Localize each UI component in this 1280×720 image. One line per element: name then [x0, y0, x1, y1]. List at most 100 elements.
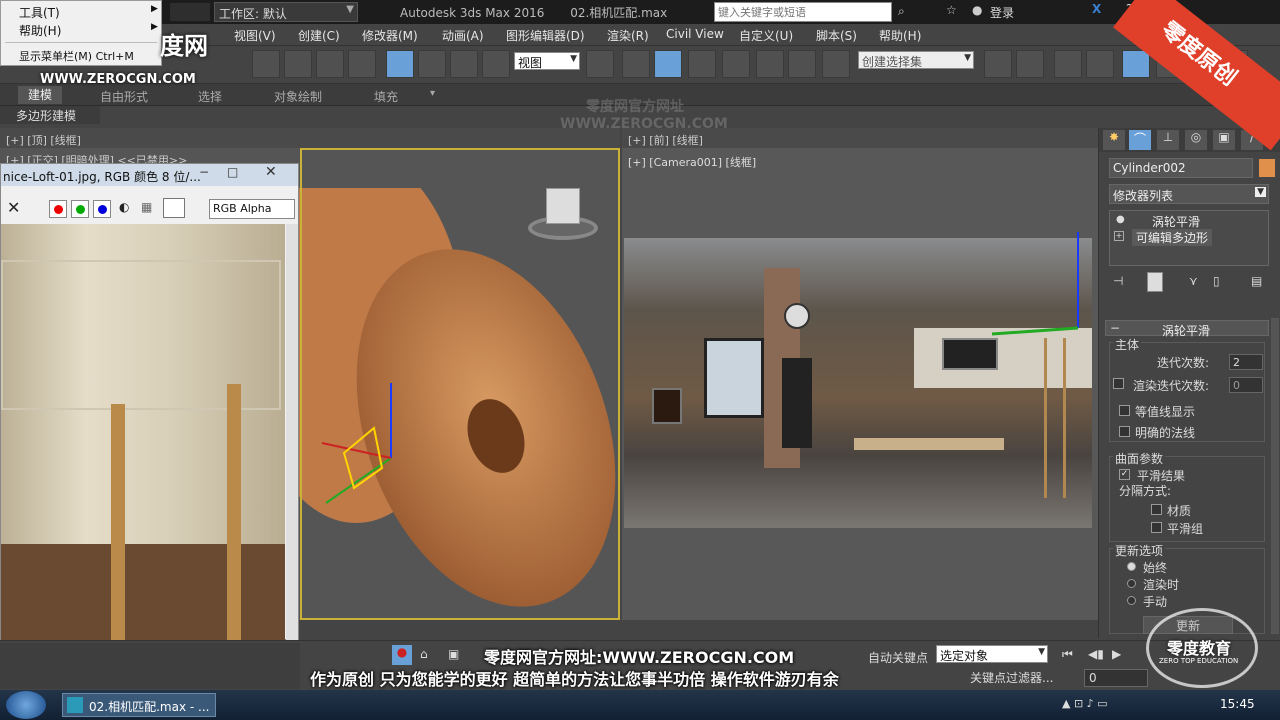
menu-animation[interactable]: 动画(A): [442, 27, 484, 44]
frame-field[interactable]: 0: [1084, 669, 1148, 687]
image-viewer-window[interactable]: nice-Loft-01.jpg, RGB 颜色 8 位/... − □ ✕ ✕…: [0, 163, 299, 641]
selected-object-dropdown[interactable]: 选定对象 ▼: [936, 645, 1048, 663]
display-tab-icon[interactable]: ▣: [1213, 130, 1235, 150]
render-iters-checkbox[interactable]: [1113, 378, 1124, 389]
snap-3d-icon[interactable]: [688, 50, 716, 78]
tab-freeform[interactable]: 自由形式: [100, 88, 148, 105]
smooth-result-checkbox[interactable]: ✓: [1119, 469, 1130, 480]
viewport-top-label[interactable]: [+] [顶] [线框]: [6, 132, 81, 148]
select-object-icon[interactable]: [252, 50, 280, 78]
isoline-checkbox[interactable]: [1119, 405, 1130, 416]
maximize-icon[interactable]: □: [227, 165, 238, 179]
pin-stack-icon[interactable]: ⊣: [1113, 274, 1123, 288]
mirror-icon[interactable]: [984, 50, 1012, 78]
quick-access-toolbar[interactable]: [170, 3, 210, 21]
menu-customize[interactable]: 自定义(U): [739, 27, 793, 44]
layer-manager-icon[interactable]: [1054, 50, 1082, 78]
hierarchy-tab-icon[interactable]: ⊥: [1157, 130, 1179, 150]
close-x-icon[interactable]: ✕: [7, 198, 20, 217]
edit-named-sel-icon[interactable]: [822, 50, 850, 78]
percent-snap-icon[interactable]: [756, 50, 784, 78]
materials-checkbox[interactable]: [1151, 504, 1162, 515]
when-rendering-radio[interactable]: [1127, 579, 1136, 588]
menu-graph-editors[interactable]: 图形编辑器(D): [506, 27, 585, 44]
tab-object-paint[interactable]: 对象绘制: [274, 88, 322, 105]
tab-selection[interactable]: 选择: [198, 88, 222, 105]
always-radio[interactable]: [1127, 562, 1136, 571]
spinner-snap-icon[interactable]: [788, 50, 816, 78]
modifier-list-dropdown[interactable]: 修改器列表 ▼: [1109, 184, 1269, 204]
login-button[interactable]: 登录: [990, 4, 1014, 21]
menu-scripting[interactable]: 脚本(S): [816, 27, 857, 44]
menu-help[interactable]: 帮助(H): [879, 27, 921, 44]
manipulate-icon[interactable]: [622, 50, 650, 78]
menu-rendering[interactable]: 渲染(R): [607, 27, 649, 44]
channel-dropdown[interactable]: RGB Alpha: [209, 199, 295, 219]
modify-tab-icon[interactable]: ⌒: [1129, 130, 1151, 150]
object-name-field[interactable]: Cylinder002: [1109, 158, 1253, 178]
tray-icons[interactable]: ▲ ⊡ ♪ ▭: [1062, 697, 1108, 710]
camera-viewport-label[interactable]: [+] [Camera001] [线框]: [628, 154, 756, 170]
smoothing-groups-checkbox[interactable]: [1151, 522, 1162, 533]
motion-tab-icon[interactable]: ◎: [1185, 130, 1207, 150]
window-crossing-icon[interactable]: [348, 50, 376, 78]
taskbar-task[interactable]: 02.相机匹配.max - ...: [62, 693, 216, 717]
render-iters-spinner[interactable]: 0: [1229, 377, 1263, 393]
spool-object[interactable]: [296, 188, 616, 628]
abs-mode-icon[interactable]: ▣: [448, 647, 459, 661]
isolate-icon[interactable]: ●: [392, 645, 412, 665]
auto-key-button[interactable]: 自动关键点: [868, 649, 928, 666]
named-selection-dropdown[interactable]: 创建选择集 ▼: [858, 51, 974, 69]
key-filters-button[interactable]: 关键点过滤器...: [970, 669, 1053, 686]
pivot-icon[interactable]: [586, 50, 614, 78]
scale-icon[interactable]: [450, 50, 478, 78]
lightbulb-icon[interactable]: ●: [1116, 214, 1125, 225]
red-channel-icon[interactable]: [49, 200, 67, 218]
clock[interactable]: 15:45: [1220, 697, 1255, 711]
menu-item-tools[interactable]: 工具(T): [19, 4, 60, 21]
image-window-titlebar[interactable]: nice-Loft-01.jpg, RGB 颜色 8 位/... − □ ✕: [1, 164, 298, 186]
viewport-camera[interactable]: [+] [Camera001] [线框] [+] [前] [线框]: [622, 128, 1098, 620]
menu-modifiers[interactable]: 修改器(M): [362, 27, 418, 44]
goto-start-icon[interactable]: ⏮: [1062, 647, 1073, 662]
poly-modeling-label[interactable]: 多边形建模: [16, 107, 76, 124]
image-scrollbar[interactable]: [286, 224, 298, 641]
search-input[interactable]: [714, 2, 892, 22]
remove-modifier-icon[interactable]: ▯: [1213, 274, 1220, 288]
manually-radio[interactable]: [1127, 596, 1136, 605]
menu-civil-view[interactable]: Civil View: [666, 27, 724, 41]
menu-create[interactable]: 创建(C): [298, 27, 340, 44]
panel-scrollbar[interactable]: [1271, 318, 1279, 634]
align-icon[interactable]: [1016, 50, 1044, 78]
turbosmooth-rollout-header[interactable]: − 涡轮平滑: [1105, 320, 1269, 338]
rect-selection-icon[interactable]: [316, 50, 344, 78]
keyboard-shortcut-icon[interactable]: [654, 50, 682, 78]
create-tab-icon[interactable]: ✸: [1103, 130, 1125, 150]
swatch-white[interactable]: [163, 198, 185, 218]
play-icon[interactable]: ▶: [1112, 647, 1121, 661]
stack-item-editable-poly[interactable]: 可编辑多边形: [1132, 229, 1213, 246]
minimize-icon[interactable]: −: [199, 165, 209, 179]
exchange-icon[interactable]: X: [1092, 2, 1101, 16]
star-icon[interactable]: ☆: [946, 3, 957, 17]
iterations-spinner[interactable]: 2: [1229, 354, 1263, 370]
menu-view[interactable]: 视图(V): [234, 27, 276, 44]
select-by-name-icon[interactable]: [284, 50, 312, 78]
expand-icon[interactable]: +: [1114, 231, 1124, 241]
ref-coord-dropdown[interactable]: 视图 ▼: [514, 52, 580, 70]
start-button[interactable]: [6, 691, 46, 719]
configure-sets-icon[interactable]: ▤: [1251, 274, 1262, 288]
prev-frame-icon[interactable]: ◀▮: [1088, 647, 1104, 661]
blue-channel-icon[interactable]: [93, 200, 111, 218]
workspace-dropdown[interactable]: 工作区: 默认 ▼: [214, 2, 358, 22]
green-channel-icon[interactable]: [71, 200, 89, 218]
tab-populate[interactable]: 填充: [374, 88, 398, 105]
move-icon[interactable]: [386, 50, 414, 78]
user-icon[interactable]: ●: [972, 3, 982, 17]
close-icon[interactable]: ✕: [265, 164, 277, 180]
show-end-result-icon[interactable]: [1147, 272, 1163, 292]
rotate-icon[interactable]: [418, 50, 446, 78]
explicit-normals-checkbox[interactable]: [1119, 426, 1130, 437]
make-unique-icon[interactable]: ⋎: [1189, 274, 1198, 288]
stack-item-turbosmooth[interactable]: 涡轮平滑: [1152, 213, 1200, 230]
